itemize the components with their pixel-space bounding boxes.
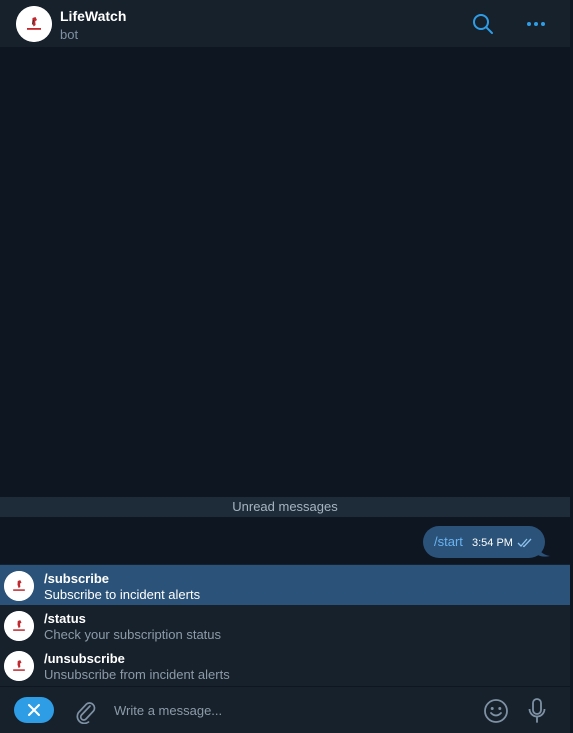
command-suggestions: /subscribe Subscribe to incident alerts …	[0, 564, 570, 685]
microphone-icon	[528, 698, 546, 723]
bot-avatar[interactable]	[16, 6, 52, 42]
chat-window: LifeWatch bot Unread messages /start 3:5…	[0, 0, 570, 733]
bot-avatar	[4, 651, 34, 681]
more-icon	[527, 22, 545, 26]
paperclip-icon	[76, 702, 96, 725]
close-icon	[28, 704, 40, 716]
message-input[interactable]	[108, 695, 480, 725]
chat-header: LifeWatch bot	[0, 0, 570, 48]
suggestion-unsubscribe[interactable]: /unsubscribe Unsubscribe from incident a…	[0, 645, 570, 685]
emoji-button[interactable]	[483, 698, 509, 729]
suggestion-command: /status	[44, 611, 86, 626]
bot-avatar	[4, 571, 34, 601]
chat-subtitle: bot	[60, 27, 79, 42]
close-suggestions-button[interactable]	[14, 697, 54, 723]
more-button[interactable]	[524, 12, 548, 36]
lifewatch-logo-icon	[4, 571, 34, 601]
chat-title: LifeWatch	[60, 8, 127, 24]
outgoing-message[interactable]: /start 3:54 PM	[423, 526, 545, 558]
lifewatch-logo-icon	[4, 611, 34, 641]
suggestion-status[interactable]: /status Check your subscription status	[0, 605, 570, 645]
suggestion-command: /unsubscribe	[44, 651, 125, 666]
suggestion-description: Unsubscribe from incident alerts	[44, 667, 230, 682]
lifewatch-logo-icon	[4, 651, 34, 681]
suggestion-description: Subscribe to incident alerts	[44, 587, 201, 602]
search-icon	[473, 14, 493, 34]
unread-messages-divider: Unread messages	[0, 497, 570, 517]
message-command-link[interactable]: /start	[434, 534, 463, 549]
attach-button[interactable]	[73, 698, 97, 729]
message-time: 3:54 PM	[472, 537, 513, 549]
emoji-icon	[484, 699, 508, 723]
search-button[interactable]	[471, 12, 495, 36]
suggestion-command: /subscribe	[44, 571, 110, 586]
voice-record-button[interactable]	[526, 697, 548, 730]
double-check-icon	[517, 538, 532, 548]
message-composer	[0, 686, 570, 733]
bot-avatar	[4, 611, 34, 641]
lifewatch-logo-icon	[16, 6, 52, 42]
suggestion-subscribe[interactable]: /subscribe Subscribe to incident alerts	[0, 565, 570, 605]
suggestion-description: Check your subscription status	[44, 627, 222, 642]
